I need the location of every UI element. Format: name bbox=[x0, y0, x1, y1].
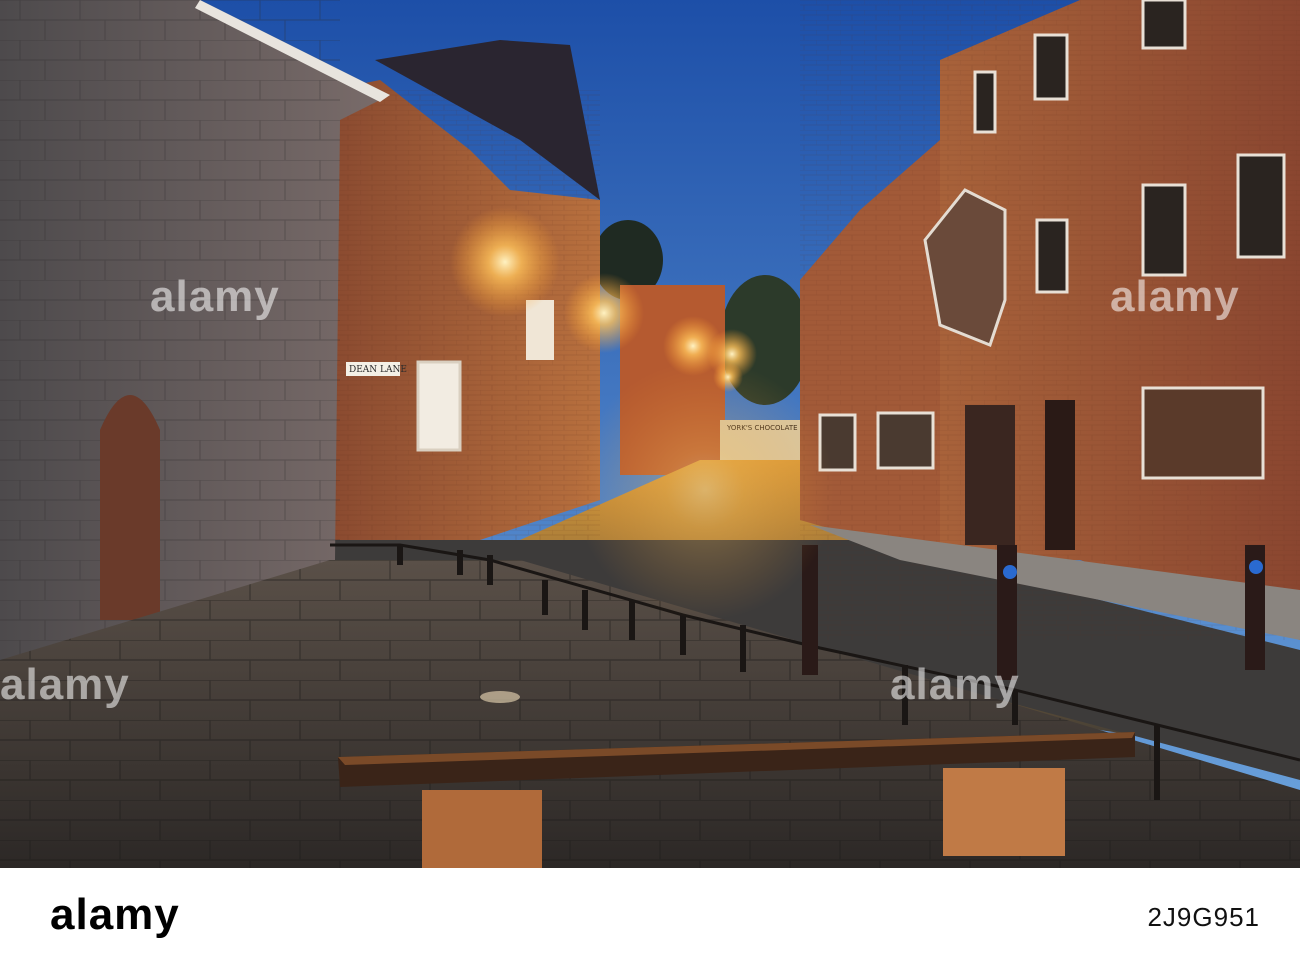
cycle-sign-2 bbox=[1249, 560, 1263, 574]
lamp-glow-1 bbox=[450, 207, 560, 317]
window-left bbox=[416, 360, 462, 452]
window-r8 bbox=[876, 411, 935, 470]
footer-image-id: 2J9G951 bbox=[1147, 902, 1260, 932]
door-right2 bbox=[1045, 400, 1075, 550]
drain-cover bbox=[480, 691, 520, 703]
window-r5 bbox=[1035, 218, 1069, 294]
window-r1 bbox=[1033, 33, 1069, 101]
window-r6 bbox=[1141, 386, 1265, 480]
window-r7 bbox=[973, 70, 997, 134]
street-scene-photo: YORK'S CHOCOLATE STORY DEAN LANE bbox=[0, 0, 1300, 868]
window-r3 bbox=[1141, 183, 1187, 277]
arched-doorway bbox=[100, 395, 160, 620]
photo-stage: YORK'S CHOCOLATE STORY DEAN LANE alamy a… bbox=[0, 0, 1300, 956]
bollard-2 bbox=[997, 545, 1017, 680]
bench-leg-left bbox=[422, 790, 542, 868]
street-sign-text: DEAN LANE bbox=[349, 365, 407, 375]
footer-logo: alamy bbox=[50, 890, 180, 939]
lamp-glow-2 bbox=[564, 273, 644, 353]
cycle-sign bbox=[1003, 565, 1017, 579]
bench-leg-right bbox=[943, 768, 1065, 856]
window-r4 bbox=[1236, 153, 1286, 259]
street-glow bbox=[575, 360, 835, 620]
door-right bbox=[965, 405, 1015, 545]
window-r2 bbox=[1141, 0, 1187, 50]
footer-bar: alamy 2J9G951 bbox=[0, 868, 1300, 956]
